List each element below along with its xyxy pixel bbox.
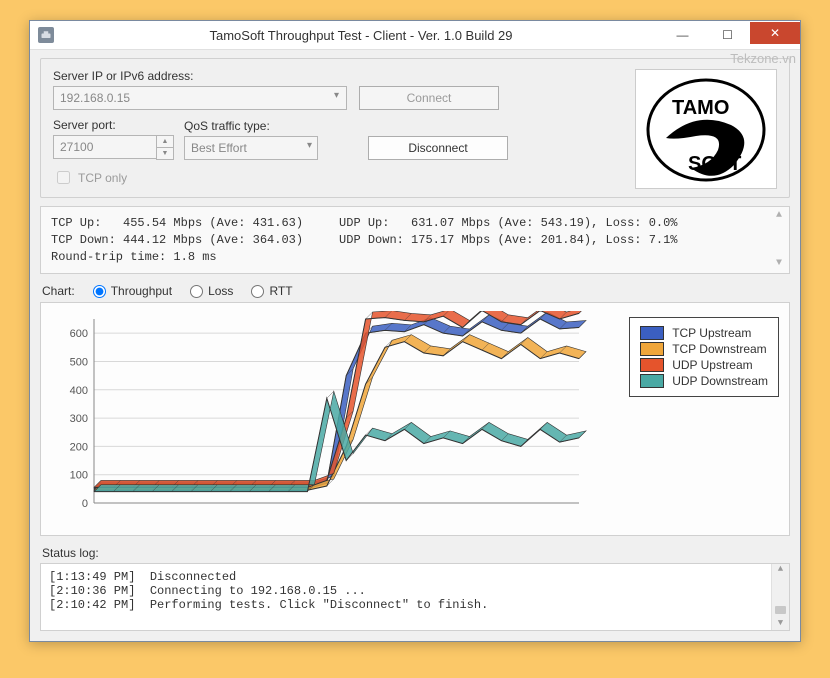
chart-panel: 0 100 200 300 400 500 600 TCP Upstream TCP Dow… bbox=[40, 302, 790, 536]
chart-label: Chart: bbox=[42, 284, 75, 298]
connection-panel: Server IP or IPv6 address: Connect bbox=[40, 58, 790, 198]
svg-text:100: 100 bbox=[70, 470, 88, 482]
swatch-tcp-up bbox=[640, 326, 664, 340]
svg-text:500: 500 bbox=[70, 357, 88, 369]
tcp-only-checkbox[interactable]: TCP only bbox=[53, 168, 623, 187]
chart-selector: Chart: Throughput Loss RTT bbox=[42, 284, 790, 298]
chart-legend: TCP Upstream TCP Downstream UDP Upstream… bbox=[629, 317, 779, 397]
port-stepper[interactable]: ▲▼ bbox=[156, 135, 174, 160]
status-scrollbar[interactable]: ▲▼ bbox=[771, 564, 789, 630]
svg-text:TAMO: TAMO bbox=[672, 97, 729, 119]
qos-label: QoS traffic type: bbox=[184, 119, 318, 133]
svg-text:400: 400 bbox=[70, 385, 88, 397]
close-button[interactable]: ✕ bbox=[750, 22, 800, 44]
minimize-button[interactable]: — bbox=[660, 24, 705, 46]
client-area: Server IP or IPv6 address: Connect bbox=[30, 50, 800, 641]
stats-readout: TCP Up: 455.54 Mbps (Ave: 431.63) UDP Up… bbox=[40, 206, 790, 274]
titlebar[interactable]: TamoSoft Throughput Test - Client - Ver.… bbox=[30, 21, 800, 50]
svg-text:300: 300 bbox=[70, 413, 88, 425]
window-title: TamoSoft Throughput Test - Client - Ver.… bbox=[62, 28, 660, 43]
throughput-chart: 0 100 200 300 400 500 600 bbox=[49, 311, 589, 521]
connect-button[interactable]: Connect bbox=[359, 86, 499, 110]
server-ip-label: Server IP or IPv6 address: bbox=[53, 69, 345, 83]
app-icon bbox=[38, 27, 54, 43]
svg-text:SOFT: SOFT bbox=[688, 153, 741, 175]
svg-text:0: 0 bbox=[82, 498, 88, 510]
radio-rtt[interactable]: RTT bbox=[251, 284, 292, 298]
svg-text:200: 200 bbox=[70, 442, 88, 454]
server-ip-input[interactable] bbox=[53, 86, 347, 110]
server-port-input[interactable] bbox=[53, 135, 157, 159]
stats-scrollbar[interactable]: ▲▼ bbox=[771, 209, 787, 271]
app-window: TamoSoft Throughput Test - Client - Ver.… bbox=[29, 20, 801, 642]
status-log-label: Status log: bbox=[42, 546, 790, 560]
svg-text:600: 600 bbox=[70, 329, 88, 341]
maximize-button[interactable]: ☐ bbox=[705, 24, 750, 46]
swatch-udp-down bbox=[640, 374, 664, 388]
status-log: [1:13:49 PM] Disconnected [2:10:36 PM] C… bbox=[40, 563, 790, 631]
server-port-label: Server port: bbox=[53, 118, 174, 132]
tcp-only-input[interactable] bbox=[57, 171, 70, 184]
radio-throughput[interactable]: Throughput bbox=[93, 284, 172, 298]
swatch-udp-up bbox=[640, 358, 664, 372]
disconnect-button[interactable]: Disconnect bbox=[368, 136, 508, 160]
radio-loss[interactable]: Loss bbox=[190, 284, 233, 298]
swatch-tcp-down bbox=[640, 342, 664, 356]
brand-logo: TAMO SOFT bbox=[635, 69, 777, 189]
qos-select[interactable] bbox=[184, 136, 318, 160]
